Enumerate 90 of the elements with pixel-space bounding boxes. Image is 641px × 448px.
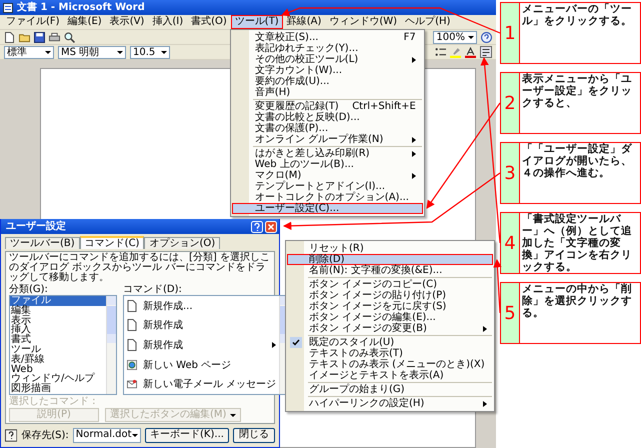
step-number: 2 xyxy=(501,73,520,133)
tab[interactable]: コマンド(C) xyxy=(80,236,144,249)
list-item[interactable]: 新規作成... xyxy=(124,296,280,316)
menu-item[interactable]: 削除(D) xyxy=(287,254,493,265)
menu-item[interactable]: 罫線(A) xyxy=(282,15,326,29)
list-item[interactable]: 書式 xyxy=(10,335,106,345)
list-item[interactable]: 新しい Web ページ xyxy=(124,354,280,374)
step-text: メニューの中から「削除」を選択クリックする。 xyxy=(521,283,633,321)
step-number: 3 xyxy=(501,143,520,203)
menu-item[interactable]: ボタン イメージの編集(E)... xyxy=(287,312,493,323)
menu-item[interactable]: 既定のスタイル(U) xyxy=(287,337,493,348)
toolbar-button-icon[interactable] xyxy=(480,46,492,58)
dialog-title: ユーザー設定 xyxy=(6,220,66,232)
menu-item[interactable]: 変更履歴の記録(T) Ctrl+Shift+E xyxy=(232,101,423,112)
menu-item[interactable]: ハイパーリンクの設定(H) xyxy=(287,398,493,409)
menu-item[interactable]: ボタン イメージを元に戻す(S) xyxy=(287,301,493,312)
step-text: 表示メニューから「ユーザー設定」をクリックすると、 xyxy=(521,73,633,111)
menu-item[interactable]: テンプレートとアドイン(I)... xyxy=(232,181,423,192)
save-in-dropdown[interactable]: Normal.dot xyxy=(72,428,142,442)
keyboard-button[interactable]: キーボード(K)... xyxy=(145,428,229,442)
list-item[interactable]: ツール xyxy=(10,344,106,355)
menu-item[interactable]: 音声(H) xyxy=(232,87,423,98)
menu-item[interactable]: グループの始まり(G) xyxy=(287,384,493,395)
selected-command-label: 選択したコマンド : xyxy=(9,396,97,407)
tab[interactable]: ツールバー(B) xyxy=(5,237,80,249)
document-icon xyxy=(3,2,13,12)
menu-item[interactable]: ウィンドウ(W) xyxy=(325,15,402,29)
menu-item[interactable]: 文書の比較と反映(D)... xyxy=(232,112,423,123)
step-number: 1 xyxy=(501,3,520,63)
menu-item[interactable]: ボタン イメージの貼り付け(P) xyxy=(287,290,493,301)
highlighter-icon[interactable] xyxy=(450,46,461,58)
caret-icon xyxy=(132,434,138,436)
menu-item[interactable]: 名前(N): 文字種の変換(&E)... xyxy=(287,265,493,276)
menu-item[interactable]: 要約の作成(U)... xyxy=(232,76,423,87)
caret-icon xyxy=(117,50,123,54)
caret-icon xyxy=(45,50,51,54)
step-text: 「「ユーザー設定」ダイアログが開いたら、４の操作へ進む。 xyxy=(521,143,633,181)
list-item[interactable]: 図形描画 xyxy=(10,384,106,394)
menu-item[interactable]: リセット(R) xyxy=(287,243,493,254)
menu-item[interactable]: ファイル(F) xyxy=(2,15,64,29)
menu-item[interactable]: その他の校正ツール(L) xyxy=(232,54,423,65)
commands-label: コマンド(D): xyxy=(123,284,183,295)
menu-item[interactable]: 挿入(I) xyxy=(148,15,188,29)
instruction-text: ツールバーにコマンドを追加するには、[分類] を選択しこのダイアログ ボックスからツール バーにコマンドをドラッグして移動します。 xyxy=(9,253,271,283)
step-number: 5 xyxy=(501,283,520,343)
menu-item[interactable]: ツール(T) xyxy=(230,15,283,29)
menu-item[interactable]: テキストのみ表示(T) xyxy=(287,348,493,359)
tab[interactable]: オプション(O) xyxy=(144,237,220,249)
scrollbar[interactable] xyxy=(106,296,116,394)
font-color-icon[interactable] xyxy=(465,46,476,58)
categories-label: 分類(G): xyxy=(9,284,49,295)
magnifier-icon[interactable] xyxy=(64,32,75,42)
menu-item[interactable]: 文書の保護(P)... xyxy=(232,123,423,134)
list-item[interactable]: 表/罫線 xyxy=(10,354,106,365)
menu-item[interactable]: ユーザー設定(C)... xyxy=(232,203,423,214)
window-title: 文書 1 - Microsoft Word xyxy=(17,2,145,14)
menu-item[interactable]: 表記ゆれチェック(Y)... xyxy=(232,43,423,54)
menu-item[interactable]: 書式(O) xyxy=(187,15,231,29)
menu-item[interactable]: マクロ(M) xyxy=(232,170,423,181)
list-item[interactable]: 新規作成 xyxy=(124,316,280,336)
menu-item[interactable]: Web 上のツール(B)... xyxy=(232,159,423,170)
close-icon[interactable] xyxy=(265,220,277,232)
menu-item[interactable]: 文字カウント(W)... xyxy=(232,65,423,76)
menu-item[interactable]: ボタン イメージのコピー(C) xyxy=(287,279,493,290)
printer-icon[interactable] xyxy=(49,32,60,42)
menu-item[interactable]: イメージとテキストを表示(A) xyxy=(287,370,493,381)
close-button[interactable]: 閉じる xyxy=(232,428,275,442)
font-size-dropdown[interactable]: 10.5 xyxy=(130,46,170,58)
save-in-label: 保存先(S): xyxy=(21,428,69,442)
list-item[interactable]: 編集 xyxy=(10,306,106,316)
font-dropdown[interactable]: MS 明朝 xyxy=(58,46,126,58)
list-item[interactable]: 新しい電子メール メッセージ xyxy=(124,374,280,394)
list-item[interactable]: ファイル xyxy=(10,296,106,306)
bullet-list-icon[interactable] xyxy=(435,46,446,58)
menu-item[interactable]: テキストのみ表示 (メニューのとき)(X) xyxy=(287,359,493,370)
step-text: メニューバーの「ツール」をクリックする。 xyxy=(521,3,633,29)
step-number: 4 xyxy=(501,213,520,273)
caret-icon xyxy=(468,36,474,38)
step-text: 「書式設定ツールバー」へ（例）として追加した「文字種の変換」アイコンを右クリックする。 xyxy=(520,213,633,273)
list-item[interactable]: 表示 xyxy=(10,316,106,326)
menu-item[interactable]: 表示(V) xyxy=(106,15,148,29)
menu-item[interactable]: 文章校正(S)... F7 xyxy=(232,32,423,43)
menu-item[interactable]: ヘルプ(H) xyxy=(401,15,454,29)
menu-item[interactable]: オートコレクトのオプション(A)... xyxy=(232,192,423,203)
zoom-dropdown[interactable]: 100% xyxy=(433,30,477,44)
style-dropdown[interactable]: 標準 xyxy=(4,46,54,58)
menu-item[interactable]: はがきと差し込み印刷(R) xyxy=(232,148,423,159)
help-icon[interactable] xyxy=(5,428,18,442)
caret-icon xyxy=(161,50,167,54)
menu-item[interactable]: 編集(E) xyxy=(64,15,106,29)
